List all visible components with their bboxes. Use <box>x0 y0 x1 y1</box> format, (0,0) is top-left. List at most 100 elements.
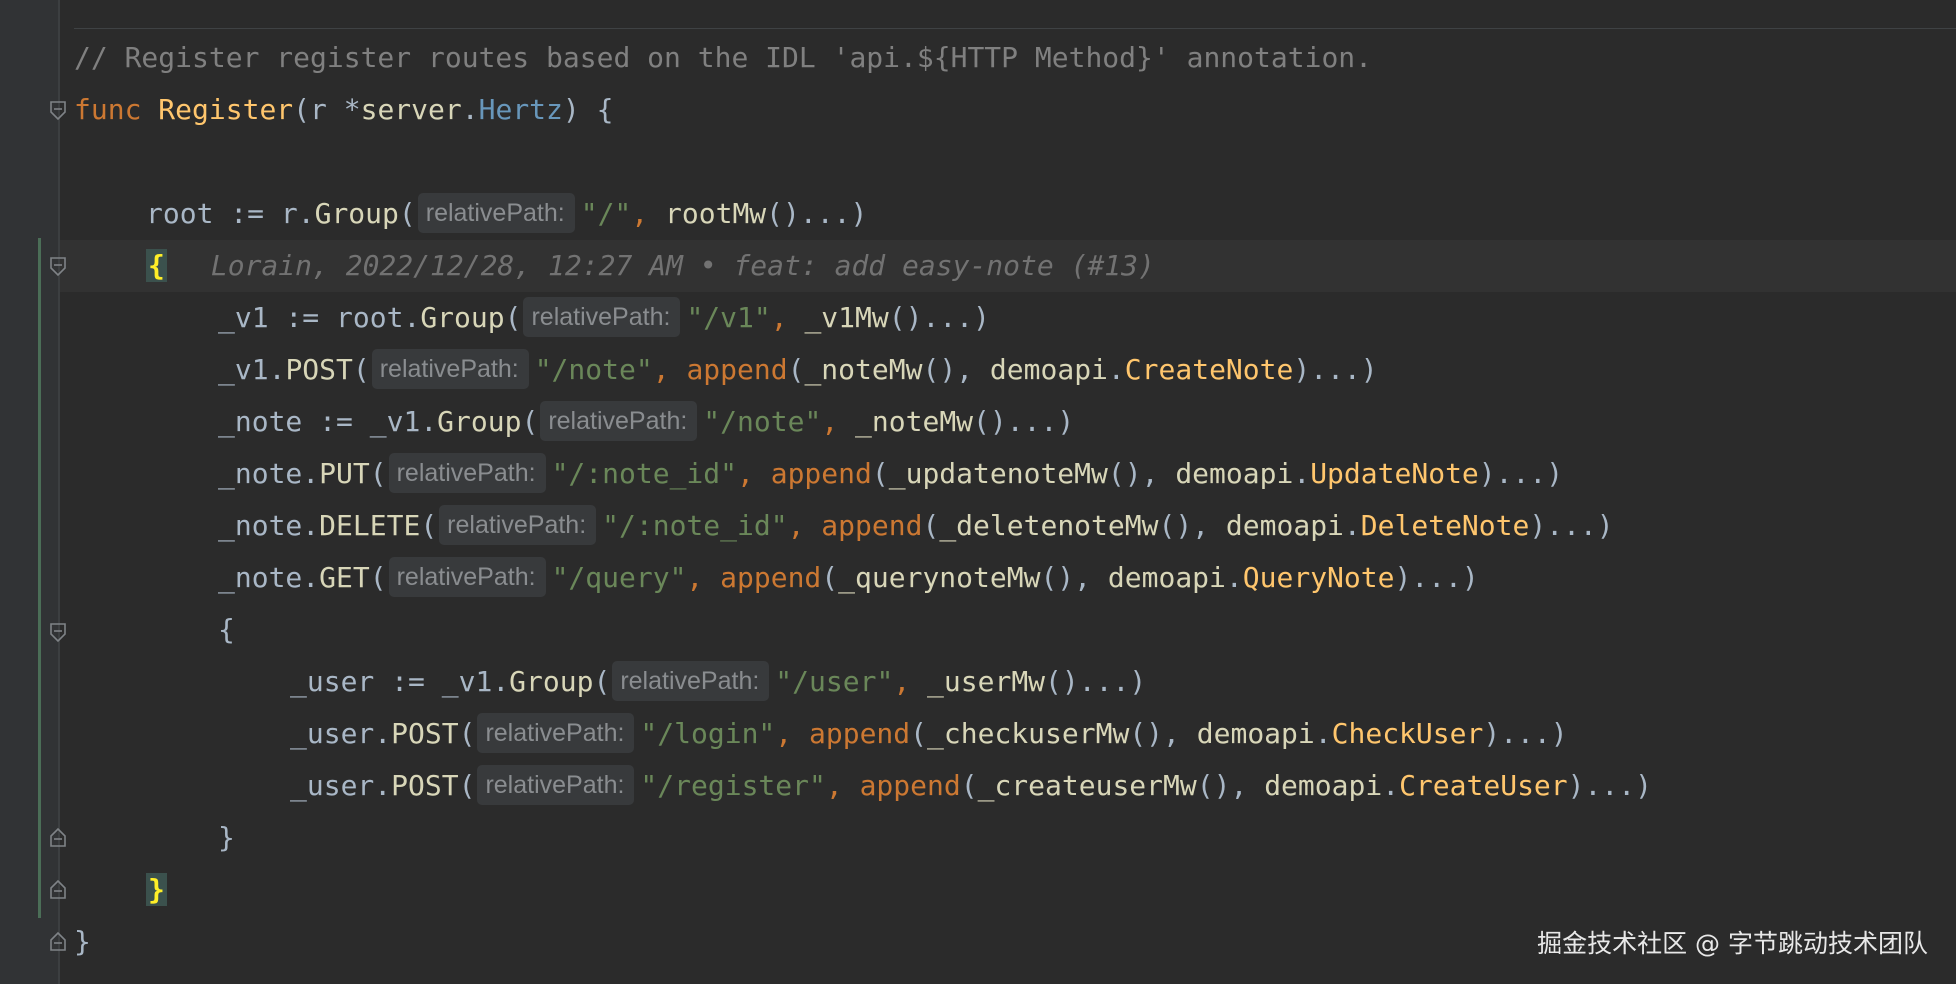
paren: ( <box>293 93 311 126</box>
dot: . <box>420 405 438 438</box>
variable: _note <box>218 509 303 542</box>
dot: . <box>1293 457 1311 490</box>
matched-brace: } <box>146 873 167 906</box>
paren: ( <box>369 561 387 594</box>
function-call: _deletenoteMw <box>939 509 1159 542</box>
dot: . <box>302 457 320 490</box>
dot: . <box>268 353 286 386</box>
fold-close-icon[interactable] <box>49 878 67 900</box>
paren: ( <box>420 509 438 542</box>
paren: ( <box>871 457 889 490</box>
builtin-append: append <box>770 457 872 490</box>
matched-brace: { <box>146 249 167 282</box>
paren: ( <box>369 457 387 490</box>
parameter-hint: relativePath: <box>371 349 529 389</box>
variable: r <box>280 197 298 230</box>
code-line[interactable]: _note.GET(relativePath: "/query", append(… <box>218 552 1479 604</box>
method-name: Group <box>314 197 399 230</box>
code-line[interactable]: _v1.POST(relativePath: "/note", append(_n… <box>218 344 1378 396</box>
code-line[interactable]: _user := _v1.Group(relativePath: "/user",… <box>290 656 1146 708</box>
code-line[interactable]: _note := _v1.Group(relativePath: "/note",… <box>218 396 1074 448</box>
vcs-change-marker[interactable] <box>38 238 41 918</box>
string-literal: "/register" <box>640 769 826 802</box>
handler-name: QueryNote <box>1242 561 1395 594</box>
code-line[interactable]: } <box>146 864 167 916</box>
dot: . <box>374 717 392 750</box>
variable: _v1 <box>369 405 421 438</box>
code-line[interactable]: _user.POST(relativePath: "/register", app… <box>290 760 1652 812</box>
code-editor[interactable]: // Register register routes based on the… <box>0 0 1956 984</box>
variable: _note <box>218 561 303 594</box>
call-suffix: (), <box>1040 561 1108 594</box>
code-line[interactable]: { <box>218 604 235 656</box>
method-name: DELETE <box>319 509 421 542</box>
function-call: _v1Mw <box>804 301 889 334</box>
variable: _v1 <box>218 353 269 386</box>
fold-close-icon[interactable] <box>49 826 67 848</box>
code-line[interactable]: _note.DELETE(relativePath: "/:note_id", a… <box>218 500 1614 552</box>
assign-op: := <box>374 665 442 698</box>
code-line[interactable]: root := r.Group(relativePath: "/", rootMw… <box>146 188 867 240</box>
call-suffix: )...) <box>1394 561 1479 594</box>
brace: } <box>218 821 235 854</box>
function-call: _updatenoteMw <box>888 457 1108 490</box>
fold-open-icon[interactable] <box>49 100 67 122</box>
parameter-hint: relativePath: <box>523 297 681 337</box>
dot: . <box>374 769 392 802</box>
call-suffix: (), <box>1158 509 1226 542</box>
handler-name: UpdateNote <box>1310 457 1479 490</box>
call-suffix: ()...) <box>973 405 1075 438</box>
variable: _user <box>290 717 375 750</box>
method-name: POST <box>391 717 459 750</box>
string-literal: "/note" <box>534 353 653 386</box>
call-suffix: )...) <box>1529 509 1614 542</box>
watermark: 掘金技术社区 @ 字节跳动技术团队 <box>1537 929 1928 958</box>
code-line[interactable]: } <box>74 916 91 968</box>
parameter-hint: relativePath: <box>540 401 698 441</box>
code-line[interactable]: _note.PUT(relativePath: "/:note_id", appe… <box>218 448 1563 500</box>
comma: , <box>787 509 822 542</box>
string-literal: "/user" <box>775 665 894 698</box>
method-name: POST <box>285 353 353 386</box>
call-suffix: (), <box>1107 457 1176 490</box>
fold-open-icon[interactable] <box>49 622 67 644</box>
paren: ( <box>504 301 522 334</box>
code-line[interactable]: { Lorain, 2022/12/28, 12:27 AM • feat: ad… <box>146 240 1155 292</box>
comma: , <box>770 301 805 334</box>
comma: , <box>737 457 771 490</box>
method-name: POST <box>391 769 459 802</box>
code-line[interactable]: _v1 := root.Group(relativePath: "/v1", _v… <box>218 292 990 344</box>
call-suffix: ()...) <box>1045 665 1147 698</box>
paren: ( <box>787 353 805 386</box>
paren: ( <box>458 717 476 750</box>
code-line[interactable]: // Register register routes based on the… <box>74 32 1372 84</box>
code-line[interactable]: func Register(r *server.Hertz) { <box>74 84 613 136</box>
parameter-hint: relativePath: <box>388 453 546 493</box>
function-call: _userMw <box>927 665 1046 698</box>
package-name: demoapi <box>1225 509 1344 542</box>
handler-name: CreateUser <box>1399 769 1568 802</box>
builtin-append: append <box>821 509 923 542</box>
variable: _v1 <box>218 301 269 334</box>
function-call: rootMw <box>665 197 767 230</box>
call-suffix: )...) <box>1567 769 1652 802</box>
variable: root <box>146 197 214 230</box>
parameter-hint: relativePath: <box>439 505 597 545</box>
assign-op: := <box>268 301 337 334</box>
assign-op: := <box>302 405 370 438</box>
variable: _note <box>218 405 303 438</box>
comma: , <box>686 561 721 594</box>
assign-op: := <box>213 197 281 230</box>
paren: ( <box>910 717 928 750</box>
package-name: demoapi <box>1196 717 1315 750</box>
comma: , <box>893 665 928 698</box>
call-suffix: )...) <box>1483 717 1568 750</box>
code-line[interactable]: } <box>218 812 235 864</box>
code-line[interactable]: _user.POST(relativePath: "/login", append… <box>290 708 1568 760</box>
dot: . <box>297 197 315 230</box>
pointer-star: * <box>326 93 361 126</box>
keyword-func: func <box>74 93 142 126</box>
fold-open-icon[interactable] <box>49 256 67 278</box>
fold-close-icon[interactable] <box>49 930 67 952</box>
git-blame-annotation[interactable]: Lorain, 2022/12/28, 12:27 AM • feat: add… <box>211 249 1155 282</box>
